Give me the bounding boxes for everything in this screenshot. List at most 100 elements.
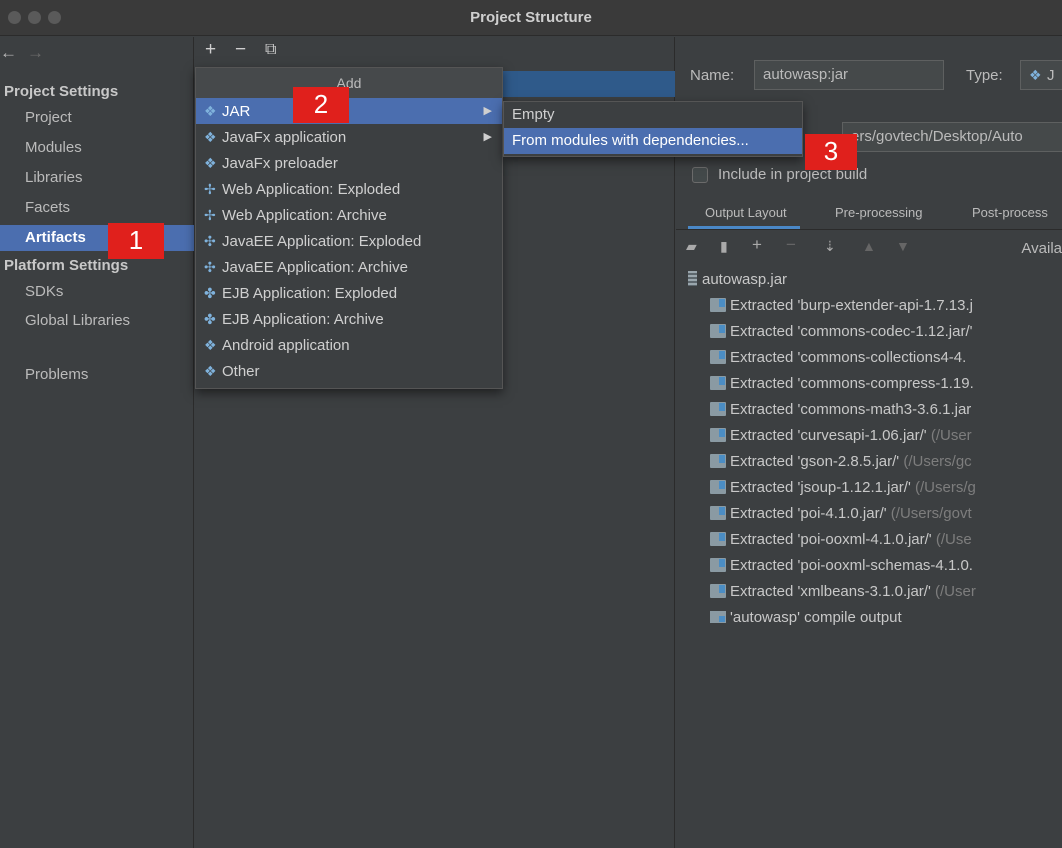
add-menu-item[interactable]: ✤ EJB Application: Exploded xyxy=(196,280,502,306)
tree-entry-name: Extracted 'xmlbeans-3.1.0.jar/' xyxy=(730,583,931,600)
nav-arrows: ← → xyxy=(0,43,44,63)
output-directory-input[interactable]: ers/govtech/Desktop/Auto xyxy=(842,122,1062,152)
submenu-chevron-icon: ▶ xyxy=(483,105,492,117)
tree-entry-name: Extracted 'poi-ooxml-4.1.0.jar/' xyxy=(730,531,932,548)
title-bar: Project Structure xyxy=(0,0,1062,36)
artifact-diamond-icon: ❖ xyxy=(204,103,217,119)
extracted-directory-icon xyxy=(710,402,726,416)
submenu-chevron-icon: ▶ xyxy=(483,131,492,143)
web-artifact-icon: ✢ xyxy=(204,181,216,197)
extracted-directory-icon xyxy=(710,506,726,520)
sidebar-item-facets[interactable]: Facets xyxy=(0,195,194,221)
sidebar-item-modules[interactable]: Modules xyxy=(0,135,194,161)
add-menu-item[interactable]: ❖ JavaFx application ▶ xyxy=(196,124,502,150)
add-menu-item[interactable]: ❖ Other xyxy=(196,358,502,384)
include-in-build-checkbox[interactable] xyxy=(692,167,708,183)
tree-entry-name: Extracted 'burp-extender-api-1.7.13.j xyxy=(730,297,973,314)
add-menu-item-label: JavaFx application xyxy=(222,129,347,146)
extracted-directory-icon xyxy=(710,350,726,364)
sidebar-item-project[interactable]: Project xyxy=(0,105,194,131)
remove-element-icon[interactable]: − xyxy=(786,235,796,255)
artifact-diamond-icon: ❖ xyxy=(204,363,217,379)
new-directory-icon[interactable]: ▰ xyxy=(686,238,697,255)
tree-entry-name: Extracted 'curvesapi-1.06.jar/' xyxy=(730,427,927,444)
tree-entry-name: Extracted 'poi-ooxml-schemas-4.1.0. xyxy=(730,557,973,574)
sidebar-item-sdks[interactable]: SDKs xyxy=(0,279,194,305)
tree-extracted-row[interactable]: Extracted 'poi-ooxml-schemas-4.1.0. xyxy=(676,553,1062,579)
tree-entry-path: (/User xyxy=(926,427,972,444)
move-up-icon[interactable]: ▲ xyxy=(862,238,876,254)
tree-extracted-row[interactable]: Extracted 'poi-4.1.0.jar/' (/Users/govt xyxy=(676,501,1062,527)
add-menu-item[interactable]: ✣ JavaEE Application: Exploded xyxy=(196,228,502,254)
add-menu-item[interactable]: ✢ Web Application: Exploded xyxy=(196,176,502,202)
artifact-diamond-icon: ❖ xyxy=(204,155,217,171)
compile-output-row[interactable]: 'autowasp' compile output xyxy=(676,605,1062,631)
tree-extracted-row[interactable]: Extracted 'commons-math3-3.6.1.jar xyxy=(676,397,1062,423)
add-menu-item[interactable]: ❖ JAR ▶ xyxy=(196,98,502,124)
tree-entry-path: (/Users/govt xyxy=(886,505,972,522)
add-menu-item[interactable]: ✤ EJB Application: Archive xyxy=(196,306,502,332)
tree-extracted-row[interactable]: Extracted 'jsoup-1.12.1.jar/' (/Users/g xyxy=(676,475,1062,501)
artifact-diamond-icon: ❖ xyxy=(204,129,217,145)
sidebar-item-global-libraries[interactable]: Global Libraries xyxy=(0,308,194,334)
tree-entry-path: (/Users/g xyxy=(910,479,976,496)
javaee-artifact-icon: ✣ xyxy=(204,233,216,249)
sidebar-item-artifacts[interactable]: Artifacts xyxy=(0,225,194,251)
forward-arrow-icon[interactable]: → xyxy=(27,43,44,62)
artifact-type-value: J xyxy=(1047,67,1055,84)
jar-empty-item[interactable]: Empty xyxy=(504,102,802,128)
annotation-badge-3: 3 xyxy=(805,134,857,170)
ejb-artifact-icon: ✤ xyxy=(204,311,216,327)
available-elements-label: Availa xyxy=(1021,240,1062,257)
add-menu-item[interactable]: ❖ Android application xyxy=(196,332,502,358)
add-menu-item-label: JAR xyxy=(222,103,251,120)
add-menu-item-label: EJB Application: Archive xyxy=(222,311,384,328)
tab-output-layout[interactable]: Output Layout xyxy=(705,205,787,220)
tree-extracted-row[interactable]: Extracted 'xmlbeans-3.1.0.jar/' (/User xyxy=(676,579,1062,605)
back-arrow-icon[interactable]: ← xyxy=(0,43,17,62)
tree-entry-name: Extracted 'gson-2.8.5.jar/' xyxy=(730,453,900,470)
tree-extracted-row[interactable]: Extracted 'commons-compress-1.19. xyxy=(676,371,1062,397)
add-menu-item[interactable]: ✢ Web Application: Archive xyxy=(196,202,502,228)
move-down-icon[interactable]: ▼ xyxy=(896,238,910,254)
tab-post-processing[interactable]: Post-process xyxy=(972,205,1048,220)
module-output-icon xyxy=(710,611,726,623)
extracted-directory-icon xyxy=(710,558,726,572)
tree-entry-path: (/Users/gc xyxy=(899,453,972,470)
jar-from-modules-item[interactable]: From modules with dependencies... xyxy=(504,128,802,154)
type-label: Type: xyxy=(966,67,1003,84)
extracted-directory-icon xyxy=(710,480,726,494)
add-menu-item[interactable]: ✣ JavaEE Application: Archive xyxy=(196,254,502,280)
extracted-directory-icon xyxy=(710,532,726,546)
artifact-type-select[interactable]: ❖ J xyxy=(1020,60,1062,90)
sort-elements-icon[interactable]: ⇣ xyxy=(824,238,836,255)
tree-entry-path: (/Use xyxy=(931,531,972,548)
tree-extracted-row[interactable]: Extracted 'burp-extender-api-1.7.13.j xyxy=(676,293,1062,319)
tab-pre-processing[interactable]: Pre-processing xyxy=(835,205,922,220)
add-menu-item-label: EJB Application: Exploded xyxy=(222,285,398,302)
sidebar-item-libraries[interactable]: Libraries xyxy=(0,165,194,191)
tree-extracted-row[interactable]: Extracted 'gson-2.8.5.jar/' (/Users/gc xyxy=(676,449,1062,475)
tree-entry-name: Extracted 'commons-math3-3.6.1.jar xyxy=(730,401,972,418)
extracted-directory-icon xyxy=(710,584,726,598)
tree-extracted-row[interactable]: Extracted 'commons-collections4-4. xyxy=(676,345,1062,371)
artifact-name-input[interactable]: autowasp:jar xyxy=(754,60,944,90)
copy-artifact-icon[interactable]: ⧉ xyxy=(265,41,276,59)
add-popup-title: Add xyxy=(196,68,502,98)
add-copy-icon[interactable]: + xyxy=(752,235,762,255)
annotation-badge-2: 2 xyxy=(293,87,349,123)
tree-entry-name: Extracted 'commons-codec-1.12.jar/' xyxy=(730,323,973,340)
remove-artifact-button[interactable]: − xyxy=(235,39,246,61)
add-menu-item-label: JavaEE Application: Exploded xyxy=(222,233,422,250)
tree-extracted-row[interactable]: Extracted 'poi-ooxml-4.1.0.jar/' (/Use xyxy=(676,527,1062,553)
tree-entry-path: (/User xyxy=(930,583,976,600)
tree-extracted-row[interactable]: Extracted 'curvesapi-1.06.jar/' (/User xyxy=(676,423,1062,449)
tree-extracted-row[interactable]: Extracted 'commons-codec-1.12.jar/' xyxy=(676,319,1062,345)
jar-archive-icon[interactable]: ▮ xyxy=(720,238,728,255)
tree-root[interactable]: autowasp.jar xyxy=(676,267,1062,293)
artifacts-toolbar: + − ⧉ xyxy=(195,37,675,67)
add-menu-item-label: Android application xyxy=(222,337,350,354)
add-menu-item[interactable]: ❖ JavaFx preloader xyxy=(196,150,502,176)
sidebar-item-problems[interactable]: Problems xyxy=(0,362,194,388)
add-artifact-button[interactable]: + xyxy=(205,39,216,61)
